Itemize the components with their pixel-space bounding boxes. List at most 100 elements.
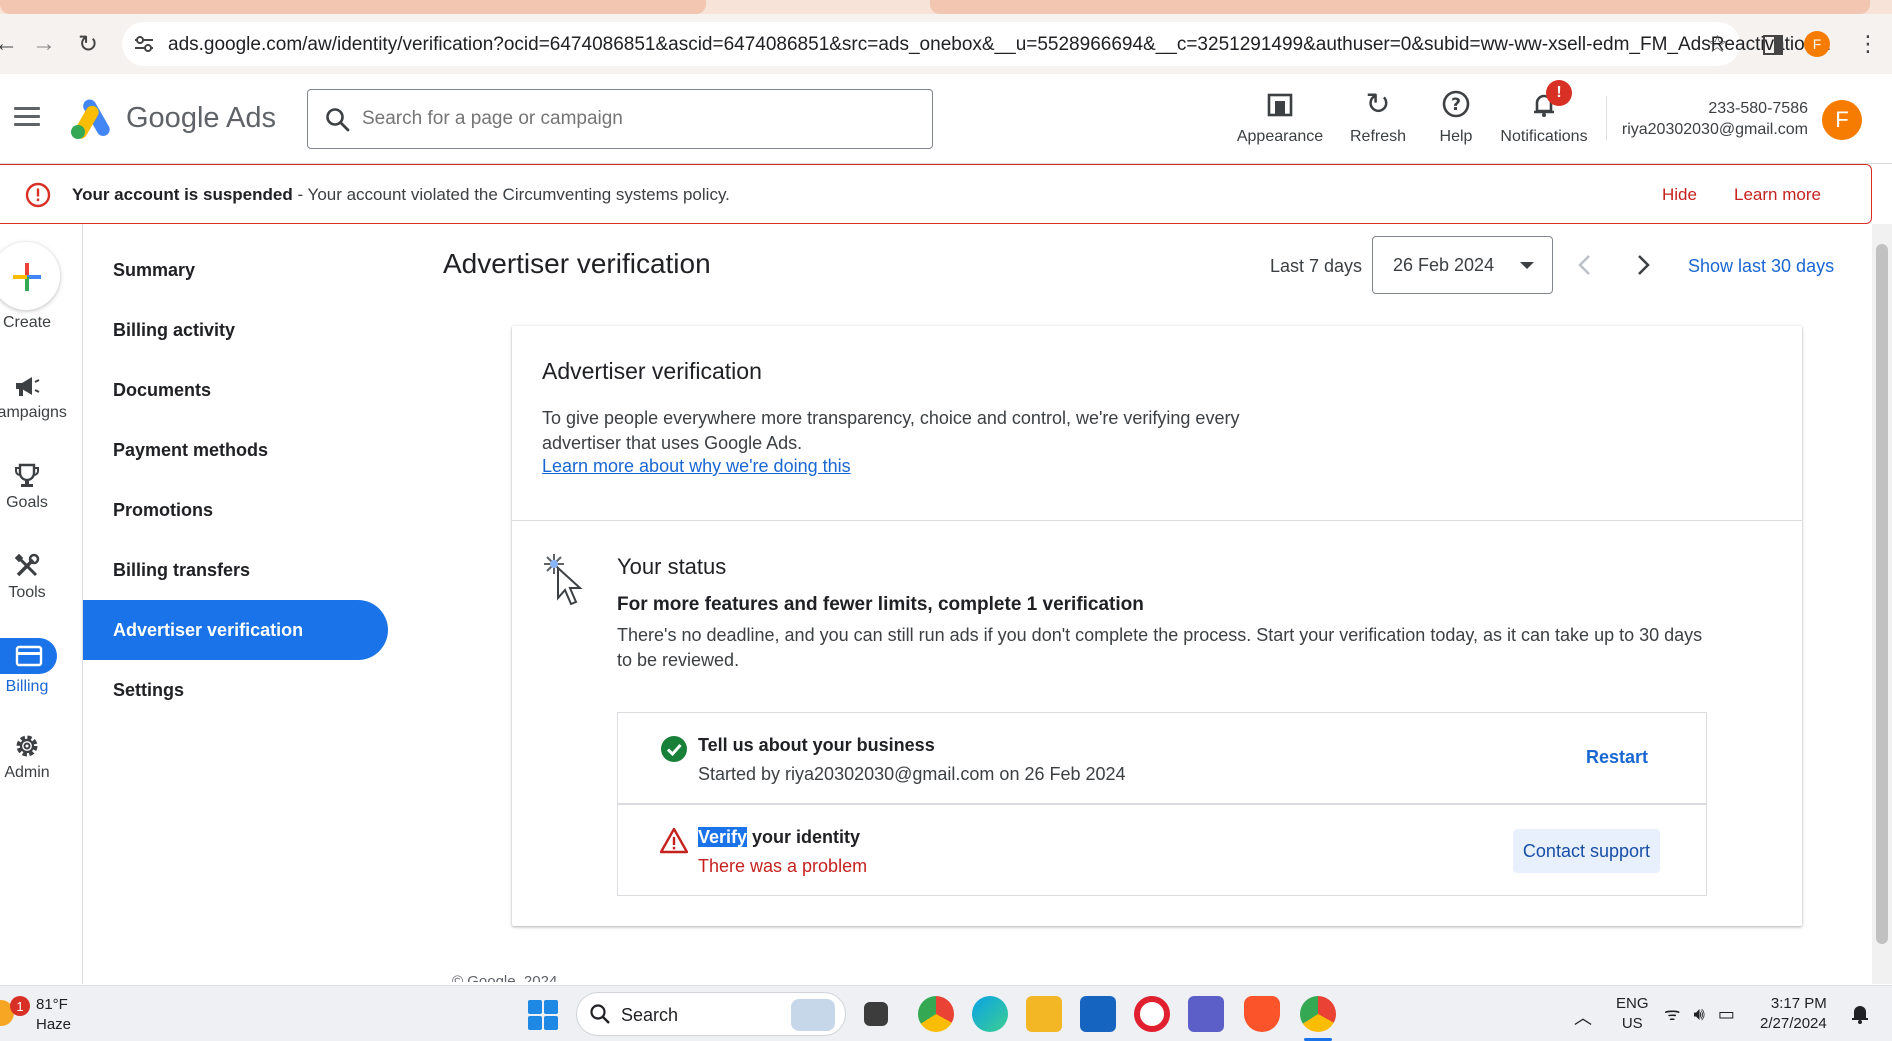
clock-time: 3:17 PM [1770,995,1827,1012]
step-title: Tell us about your business [698,735,935,755]
rail-campaigns-label: Campaigns [0,404,67,421]
scrollbar-thumb[interactable] [1876,244,1888,944]
appearance-button[interactable]: Appearance [1234,86,1326,146]
nav-item-summary[interactable]: Summary [113,260,195,281]
chrome-icon[interactable] [918,996,954,1032]
hamburger-menu-icon[interactable] [14,107,40,127]
create-button[interactable] [0,242,60,310]
scrollbar[interactable] [1872,224,1892,984]
page-search[interactable] [307,89,933,149]
weather-widget[interactable]: 1 81°F Haze [0,992,80,1036]
system-tray[interactable]: ᯤ 🔊︎ ▭ [1664,1002,1735,1026]
nav-item-billing-activity[interactable]: Billing activity [113,320,235,341]
search-highlight-image [791,999,835,1031]
browser-tab[interactable] [0,0,706,14]
avatar[interactable]: F [1822,100,1862,140]
hide-button[interactable]: Hide [1662,185,1697,205]
nav-item-documents[interactable]: Documents [113,380,211,401]
side-panel-icon[interactable] [1762,34,1784,56]
file-explorer-icon[interactable] [1026,996,1062,1032]
sparkle-cursor-icon [544,554,583,606]
contact-support-button[interactable]: Contact support [1512,829,1660,873]
chevron-up-icon[interactable]: ︿ [1574,1004,1592,1030]
card-description: To give people everywhere more transpare… [542,408,1240,453]
help-button[interactable]: ? Help [1428,86,1484,146]
brave-icon[interactable] [1244,996,1280,1032]
nav-item-promotions[interactable]: Promotions [113,500,213,521]
footer-copyright: © Google, 2024 [452,973,558,982]
language-indicator[interactable]: ENG US [1616,994,1649,1034]
date-range-dropdown[interactable]: 26 Feb 2024 [1372,236,1553,294]
chrome-profile-icon[interactable] [1300,996,1336,1032]
learn-more-button[interactable]: Learn more [1734,185,1821,205]
rail-item-admin[interactable]: Admin [0,728,54,782]
show-last-30-days-link[interactable]: Show last 30 days [1688,256,1834,277]
step-business-info: Tell us about your business Started by r… [617,712,1707,804]
browser-tab[interactable] [930,0,1870,14]
task-view-icon[interactable] [864,1002,888,1026]
notification-bell-icon[interactable] [1850,1002,1870,1024]
reload-icon[interactable]: ↻ [72,28,104,60]
site-info-icon[interactable] [132,32,156,56]
rail-item-tools[interactable]: Tools [0,548,54,602]
rail-item-goals[interactable]: Goals [0,458,54,512]
system-clock[interactable]: 3:17 PM 2/27/2024 [1760,994,1827,1034]
opera-icon[interactable] [1134,996,1170,1032]
rail-create-label[interactable]: Create [0,314,54,332]
rail-admin-label: Admin [4,764,50,781]
edge-icon[interactable] [972,996,1008,1032]
ads-header: Google Ads Appearance ↻ Refresh ? Help N… [0,74,1892,164]
region-code: US [1621,1015,1643,1032]
nav-item-payment-methods[interactable]: Payment methods [113,440,268,461]
check-circle-icon [661,736,687,762]
chevron-right-icon[interactable] [1628,250,1658,280]
chevron-left-icon[interactable] [1570,250,1600,280]
wifi-icon[interactable]: ᯤ [1664,1004,1680,1024]
forward-icon[interactable]: → [28,28,60,60]
volume-icon[interactable]: 🔊︎ [1693,1004,1704,1024]
account-info[interactable]: 233-580-7586 riya20302030@gmail.com [1622,98,1808,140]
billing-icon [15,645,42,667]
temperature: 81°F [36,996,68,1013]
restart-button[interactable]: Restart [1586,747,1648,768]
google-ads-logo[interactable] [68,96,116,140]
account-email: riya20302030@gmail.com [1621,121,1808,138]
search-icon [326,108,350,132]
teams-icon[interactable] [1188,996,1224,1032]
search-icon [590,1004,610,1024]
nav-item-billing-transfers[interactable]: Billing transfers [113,560,250,581]
error-icon [25,182,51,208]
page-title: Advertiser verification [443,248,711,279]
status-description: There's no deadline, and you can still r… [617,625,1703,670]
notification-badge: ! [1546,80,1572,106]
battery-icon[interactable]: ▭ [1718,1004,1735,1024]
notifications-button[interactable]: Notifications [1494,86,1594,146]
nav-item-settings[interactable]: Settings [113,680,184,701]
rail-item-billing-active[interactable] [0,638,57,674]
step-verify-identity: Verify your identity There was a problem… [617,804,1707,896]
url-text[interactable]: ads.google.com/aw/identity/verification?… [168,34,1831,56]
refresh-button[interactable]: ↻ Refresh [1342,86,1414,146]
svg-text:?: ? [1451,95,1461,115]
language-code: ENG [1616,995,1649,1012]
bookmark-star-icon[interactable]: ☆ [1706,30,1728,59]
taskbar-search[interactable]: Search [576,992,846,1036]
banner-bold: Your account is suspended [72,185,293,204]
rail-billing-label[interactable]: Billing [0,678,54,696]
weather-condition: Haze [36,1016,72,1033]
search-input[interactable] [360,100,900,138]
browser-menu-icon[interactable]: ⋮ [1852,28,1884,60]
windows-start-icon[interactable] [528,1000,558,1030]
browser-profile-avatar[interactable]: F [1804,31,1830,57]
mail-icon[interactable] [1080,996,1116,1032]
trophy-icon [15,463,39,487]
learn-more-why-link[interactable]: Learn more about why we're doing this [542,456,851,477]
rail-goals-label: Goals [6,494,48,511]
status-subtitle: For more features and fewer limits, comp… [617,594,1144,615]
address-bar[interactable]: ads.google.com/aw/identity/verification?… [122,22,1831,66]
date-range-label: Last 7 days [1270,256,1363,276]
back-icon[interactable]: ← [0,28,22,60]
nav-item-advertiser-verification[interactable]: Advertiser verification [113,620,303,641]
card-divider [512,520,1802,521]
rail-item-campaigns[interactable]: Campaigns [0,368,67,422]
